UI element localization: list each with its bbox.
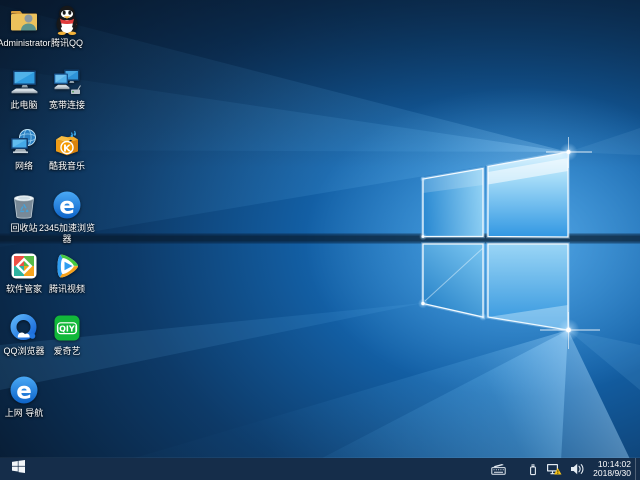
e-browser-icon: e <box>51 189 83 221</box>
tencent-video-icon <box>51 250 83 282</box>
iqiyi-icon: iQIYI <box>51 312 83 344</box>
qq-penguin-icon <box>51 4 83 36</box>
network-globe-icon <box>8 127 40 159</box>
desktop-icon-tencent-qq[interactable]: 腾讯QQ <box>46 4 88 49</box>
desktop-icon-label: 2345加速浏览器 <box>37 223 97 245</box>
volume-icon[interactable] <box>566 458 588 480</box>
taskbar: 10:14:02 2018/9/30 <box>0 458 640 480</box>
svg-text:e: e <box>59 193 75 219</box>
desktop-icon-kuwo-music[interactable]: K 酷我音乐 <box>46 127 88 172</box>
start-button[interactable] <box>0 458 36 480</box>
usb-device-icon[interactable] <box>524 458 542 480</box>
qq-browser-icon <box>8 312 40 344</box>
kuwo-music-icon: K <box>51 127 83 159</box>
desktop-icon-broadband[interactable]: 宽带连接 <box>46 66 88 111</box>
svg-text:K: K <box>63 144 72 155</box>
svg-text:iQIYI: iQIYI <box>56 325 77 334</box>
clock[interactable]: 10:14:02 2018/9/30 <box>588 458 635 480</box>
e-browser-icon: e <box>8 374 40 406</box>
desktop-icons: Administrator 此电脑 网络 回收站 软件管家 QQ浏览器 e 上网… <box>0 0 640 480</box>
desktop-icon-iqiyi[interactable]: iQIYI 爱奇艺 <box>46 312 88 357</box>
desktop-icon-web-nav[interactable]: e 上网 导航 <box>3 374 45 419</box>
desktop-icon-label: 上网 导航 <box>0 408 54 419</box>
desktop-icon-label: 腾讯QQ <box>37 38 97 49</box>
network-warning-icon[interactable] <box>542 458 566 480</box>
desktop-icon-label: 宽带连接 <box>37 100 97 111</box>
show-desktop-button[interactable] <box>635 458 640 480</box>
software-manager-icon <box>8 250 40 282</box>
desktop-icon-tencent-video[interactable]: 腾讯视频 <box>46 250 88 295</box>
broadband-icon <box>51 66 83 98</box>
windows-logo-icon <box>12 460 25 478</box>
desktop-icon-2345-browser[interactable]: e 2345加速浏览器 <box>46 189 88 245</box>
system-tray: 10:14:02 2018/9/30 <box>487 458 640 480</box>
desktop-screen: Administrator 此电脑 网络 回收站 软件管家 QQ浏览器 e 上网… <box>0 0 640 480</box>
user-folder-icon <box>8 4 40 36</box>
clock-date: 2018/9/30 <box>593 469 631 479</box>
desktop-icon-label: 酷我音乐 <box>37 161 97 172</box>
desktop-icon-label: 腾讯视频 <box>37 284 97 295</box>
svg-text:e: e <box>16 378 32 404</box>
computer-icon <box>8 66 40 98</box>
touch-keyboard-icon[interactable] <box>487 458 510 480</box>
desktop-icon-label: 爱奇艺 <box>37 346 97 357</box>
recycle-bin-icon <box>8 189 40 221</box>
